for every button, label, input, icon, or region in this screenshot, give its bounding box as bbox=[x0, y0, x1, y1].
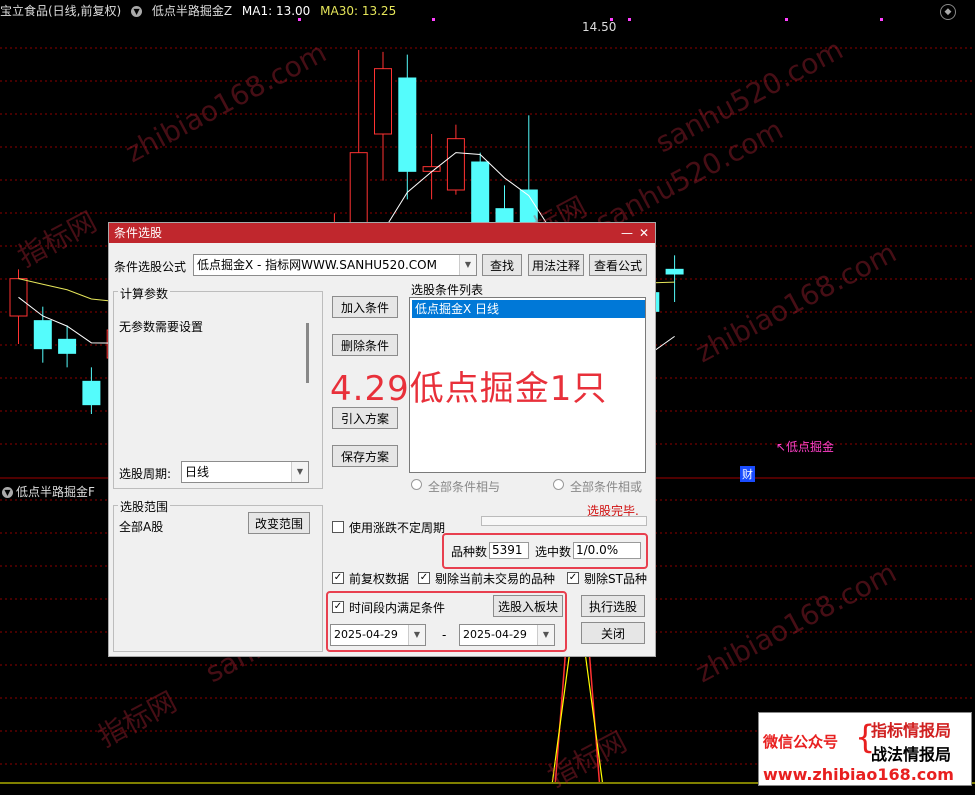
adjusted-label: 前复权数据 bbox=[349, 572, 410, 586]
change-range-button[interactable]: 改变范围 bbox=[248, 512, 310, 534]
limit-checkbox-label: 使用涨跌不定周期 bbox=[349, 521, 446, 535]
chevron-down-icon[interactable]: ▼ bbox=[291, 462, 308, 482]
collapse-icon[interactable]: ◆ bbox=[940, 4, 956, 20]
candle-body bbox=[33, 320, 52, 350]
stock-name: 宝立食品(日线,前复权) bbox=[0, 4, 122, 18]
promo-url: www.zhibiao168.com bbox=[763, 765, 954, 784]
candle-body bbox=[9, 278, 28, 317]
indicator-name[interactable]: 低点半路掘金Z bbox=[152, 4, 232, 18]
finance-mark[interactable]: 财 bbox=[740, 466, 755, 482]
progress-bar bbox=[481, 516, 647, 526]
promo-panel: 微信公众号 { 指标情报局 战法情报局 www.zhibiao168.com bbox=[758, 712, 972, 786]
save-plan-button[interactable]: 保存方案 bbox=[332, 445, 398, 467]
annotation-text: 4.29低点掘金1只 bbox=[330, 369, 608, 409]
close-icon[interactable]: ✕ bbox=[639, 223, 649, 243]
add-condition-button[interactable]: 加入条件 bbox=[332, 296, 398, 318]
sub-indicator-header: ▼ 低点半路掘金F bbox=[2, 483, 95, 500]
chart-header: 宝立食品(日线,前复权) ▼ 低点半路掘金Z MA1: 13.00 MA30: … bbox=[0, 0, 975, 22]
radio-and-label: 全部条件相与 bbox=[428, 480, 501, 494]
params-group-label: 计算参数 bbox=[118, 285, 171, 302]
signal-label: ↖低点掘金 bbox=[776, 440, 835, 454]
sub-indicator-icon[interactable]: ▼ bbox=[2, 487, 13, 498]
remove-st-checkbox[interactable]: ✓ bbox=[567, 572, 579, 584]
adjusted-checkbox[interactable]: ✓ bbox=[332, 572, 344, 584]
import-plan-button[interactable]: 引入方案 bbox=[332, 407, 398, 429]
promo-line2: 战法情报局 bbox=[871, 745, 952, 764]
count-highlight-box bbox=[442, 533, 648, 569]
candle-body bbox=[82, 380, 101, 406]
find-button[interactable]: 查找 bbox=[482, 254, 522, 276]
remove-untraded-checkbox[interactable]: ✓ bbox=[418, 572, 430, 584]
candle-body bbox=[374, 68, 392, 135]
range-value: 全部A股 bbox=[119, 520, 164, 534]
ma1-value: MA1: 13.00 bbox=[241, 4, 311, 18]
condition-list-label: 选股条件列表 bbox=[411, 283, 484, 297]
params-scrollbar[interactable] bbox=[306, 323, 309, 383]
period-value: 日线 bbox=[185, 465, 210, 479]
condition-item[interactable]: 低点掘金X 日线 bbox=[412, 300, 645, 318]
remove-untraded-label: 剔除当前未交易的品种 bbox=[435, 572, 556, 586]
period-highlight-box bbox=[326, 591, 567, 652]
execute-button[interactable]: 执行选股 bbox=[581, 595, 645, 617]
indicator-icon[interactable]: ▼ bbox=[131, 6, 143, 17]
formula-select[interactable]: 低点掘金X - 指标网WWW.SANHU520.COM ▼ bbox=[193, 254, 477, 276]
period-select[interactable]: 日线 ▼ bbox=[181, 461, 309, 483]
params-text: 无参数需要设置 bbox=[119, 320, 204, 334]
limit-checkbox[interactable] bbox=[332, 521, 344, 533]
range-group-label: 选股范围 bbox=[118, 498, 171, 515]
stock-selection-dialog: 条件选股 — ✕ 条件选股公式 低点掘金X - 指标网WWW.SANHU520.… bbox=[108, 222, 656, 657]
chevron-down-icon[interactable]: ▼ bbox=[459, 255, 476, 275]
period-label: 选股周期: bbox=[119, 467, 172, 481]
formula-value: 低点掘金X - 指标网WWW.SANHU520.COM bbox=[197, 258, 437, 272]
view-formula-button[interactable]: 查看公式 bbox=[589, 254, 647, 276]
radio-or-label: 全部条件相或 bbox=[570, 480, 643, 494]
dialog-titlebar[interactable]: 条件选股 — ✕ bbox=[109, 223, 655, 243]
candle-body bbox=[398, 77, 417, 172]
dialog-title: 条件选股 bbox=[114, 226, 163, 240]
wechat-label: 微信公众号 bbox=[763, 733, 839, 751]
candle-body bbox=[665, 268, 684, 275]
formula-label: 条件选股公式 bbox=[114, 260, 187, 274]
delete-condition-button[interactable]: 删除条件 bbox=[332, 334, 398, 356]
radio-or[interactable] bbox=[553, 479, 564, 490]
close-button[interactable]: 关闭 bbox=[581, 622, 645, 644]
minimize-icon[interactable]: — bbox=[621, 223, 633, 243]
candle-body bbox=[58, 338, 77, 354]
sub-indicator-name[interactable]: 低点半路掘金F bbox=[16, 485, 95, 499]
high-price-label: 14.50 bbox=[582, 20, 617, 34]
remove-st-label: 剔除ST品种 bbox=[584, 572, 647, 586]
radio-and[interactable] bbox=[411, 479, 422, 490]
candle-body bbox=[446, 138, 465, 191]
promo-line1: 指标情报局 bbox=[871, 721, 952, 740]
usage-button[interactable]: 用法注释 bbox=[528, 254, 584, 276]
ma30-value: MA30: 13.25 bbox=[320, 4, 397, 18]
